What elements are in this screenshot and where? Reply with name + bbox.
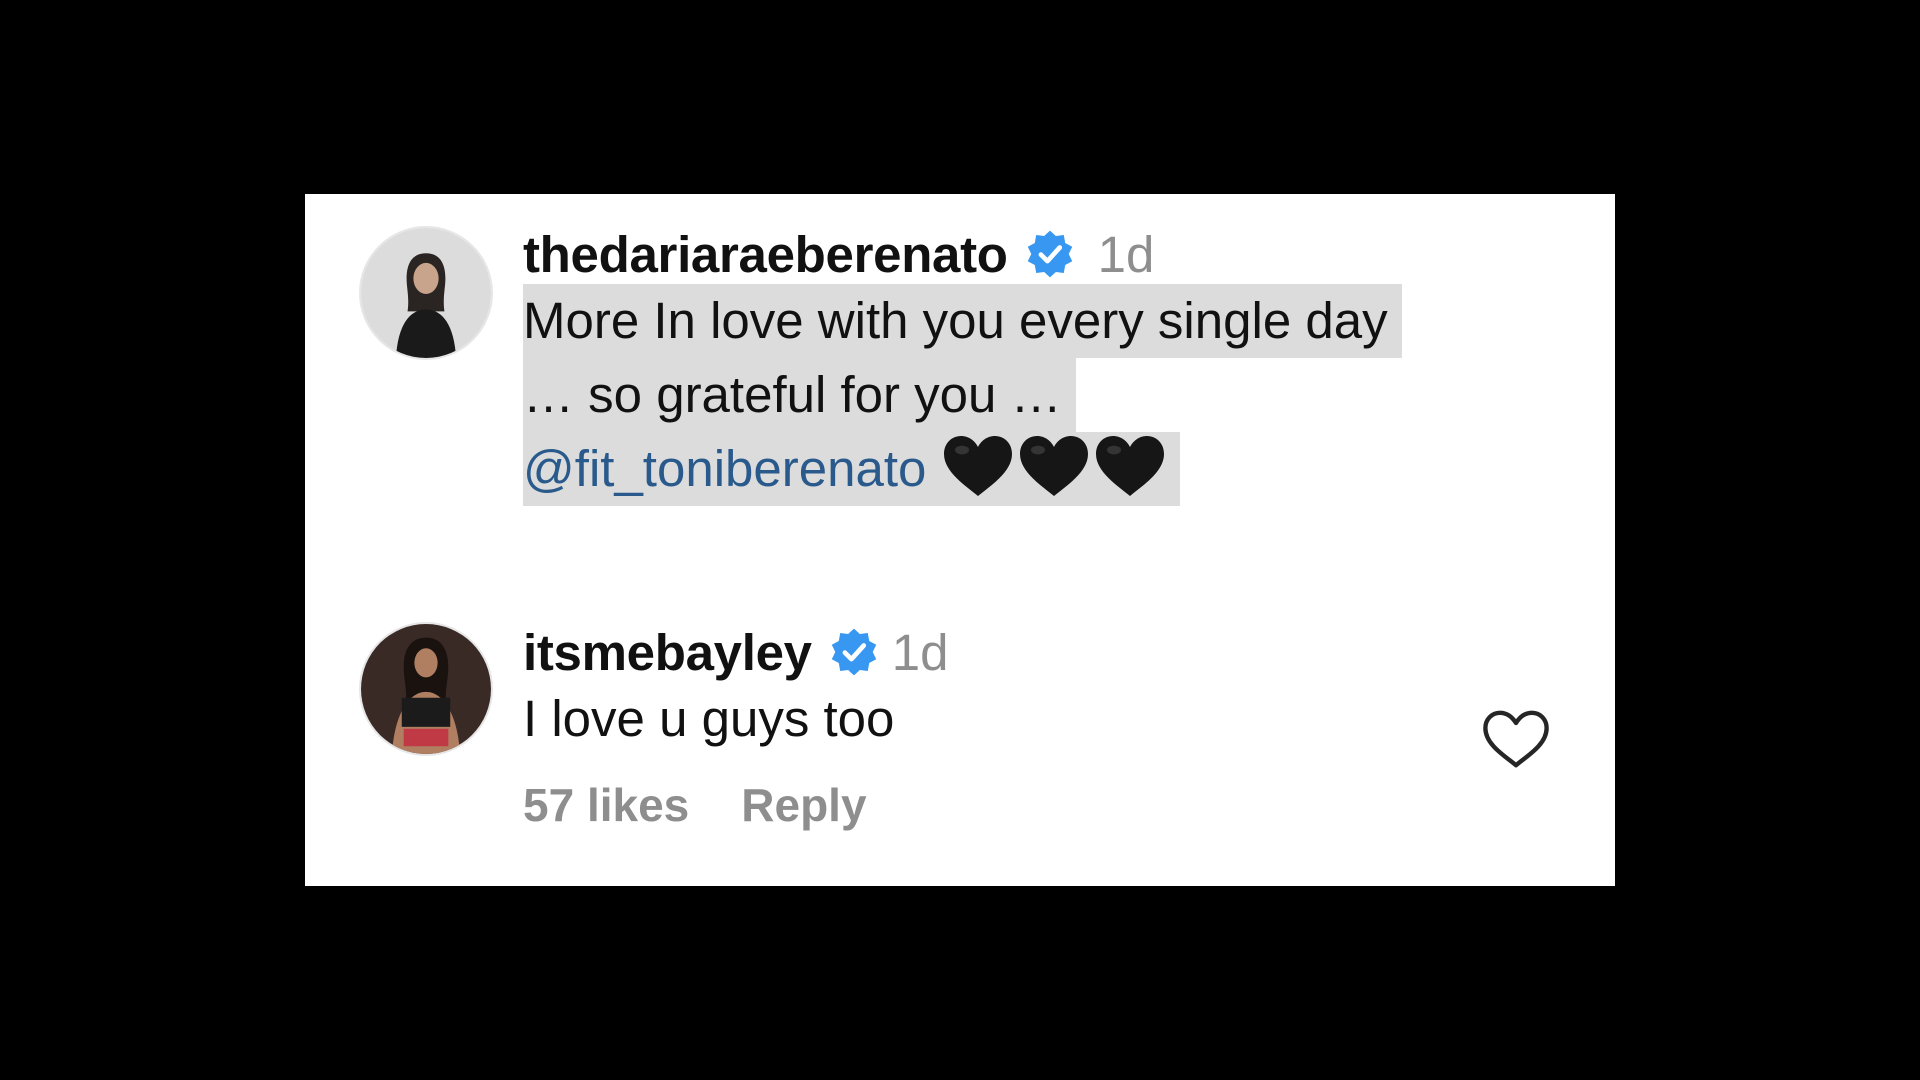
timestamp: 1d (1097, 225, 1155, 283)
comment-text: More In love with you every single day (523, 284, 1402, 358)
username[interactable]: itsmebayley (523, 623, 812, 682)
comment-text-line: More In love with you every single day (523, 284, 1402, 358)
like-button[interactable] (1481, 708, 1551, 770)
username[interactable]: thedariaraeberenato (523, 225, 1008, 284)
comment-header: thedariaraeberenato 1d (523, 224, 1402, 284)
black-heart-icon (1020, 436, 1089, 496)
comments-card: thedariaraeberenato 1d More In love with… (305, 194, 1615, 886)
comment-header: itsmebayley 1d (523, 622, 948, 682)
verified-badge-icon (1024, 228, 1076, 280)
black-hearts-emoji (942, 434, 1166, 498)
avatar[interactable] (359, 622, 493, 756)
timestamp: 1d (891, 623, 949, 681)
comment-2: itsmebayley 1d I love u guys too 57 like… (523, 622, 948, 832)
verified-badge-icon (828, 626, 880, 678)
comment-highlight: @fit_toniberenato (523, 432, 1181, 506)
comment-text-line: @fit_toniberenato (523, 432, 1402, 506)
avatar[interactable] (359, 226, 493, 360)
comment-text: … so grateful for you … (523, 358, 1076, 432)
comment-1: thedariaraeberenato 1d More In love with… (523, 224, 1402, 506)
black-heart-icon (944, 436, 1013, 496)
comment-text-line: … so grateful for you … (523, 358, 1402, 432)
mention-link[interactable]: @fit_toniberenato (523, 440, 926, 497)
black-heart-icon (1096, 436, 1165, 496)
likes-count[interactable]: 57 likes (523, 778, 689, 832)
heart-outline-icon (1483, 710, 1549, 768)
comment-text: I love u guys too (523, 690, 895, 747)
reply-button[interactable]: Reply (741, 778, 866, 832)
comment-actions: 57 likes Reply (523, 778, 948, 832)
